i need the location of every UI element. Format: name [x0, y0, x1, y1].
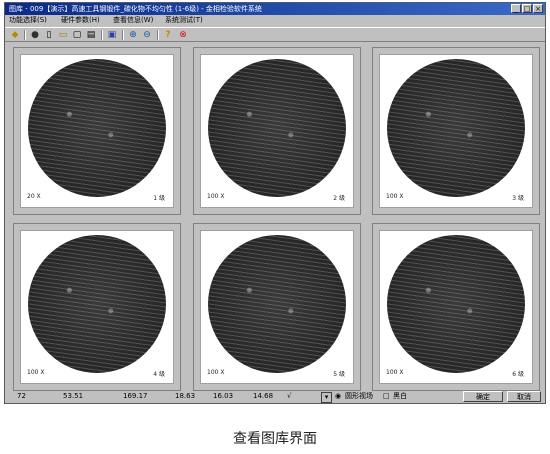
image-panel[interactable]: 100 X 3 级 — [372, 47, 540, 215]
menu-bar: 功能选择(S) 硬件参数(H) 查看信息(W) 系统测试(T) — [5, 15, 545, 26]
micrograph-image — [28, 59, 166, 197]
status-value-5: 16.03 — [213, 392, 234, 400]
micrograph-image — [208, 235, 346, 373]
image-frame: 100 X 2 级 — [200, 54, 354, 208]
status-value-2: 53.51 — [63, 392, 84, 400]
dropdown-arrow-icon[interactable]: ▾ — [321, 392, 332, 403]
close-button[interactable]: × — [533, 4, 543, 13]
help-icon[interactable]: ? — [162, 29, 174, 41]
cancel-button[interactable]: 取消 — [507, 391, 541, 402]
magnification-label: 20 X — [27, 193, 41, 200]
status-value-6: 14.68 — [253, 392, 274, 400]
ok-button[interactable]: 确定 — [463, 391, 503, 402]
save-icon[interactable]: ▣ — [106, 29, 118, 41]
new-icon[interactable]: ▯ — [43, 29, 55, 41]
grade-label: 1 级 — [153, 195, 165, 202]
micrograph-image — [387, 235, 525, 373]
status-value-3: 169.17 — [123, 392, 148, 400]
copy-icon[interactable]: ▢ — [71, 29, 83, 41]
image-panel[interactable]: 100 X 6 级 — [372, 223, 540, 391]
minimize-button[interactable]: _ — [511, 4, 521, 13]
menu-system-test[interactable]: 系统测试(T) — [165, 15, 203, 26]
title-bar: 图库 - 009【演示】高速工具钢锻件_碳化物不均匀性 (1-6级) - 金相检… — [5, 3, 545, 15]
status-value-4: 18.63 — [175, 392, 196, 400]
magnification-label: 100 X — [27, 369, 45, 376]
grade-label: 2 级 — [333, 195, 345, 202]
open-icon[interactable]: ▭ — [57, 29, 69, 41]
record-icon[interactable]: ● — [29, 29, 41, 41]
menu-hardware-params[interactable]: 硬件参数(H) — [61, 15, 100, 26]
image-frame: 20 X 1 级 — [20, 54, 174, 208]
checkbox-icon[interactable]: □ — [383, 390, 390, 403]
magnification-label: 100 X — [386, 193, 404, 200]
micrograph-image — [208, 59, 346, 197]
window-title: 图库 - 009【演示】高速工具钢锻件_碳化物不均匀性 (1-6级) - 金相检… — [9, 5, 262, 13]
image-frame: 100 X 3 级 — [379, 54, 533, 208]
zoom-out-icon[interactable]: ⊖ — [141, 29, 153, 41]
option-bw[interactable]: 黑白 — [393, 390, 407, 403]
radio-circle-icon[interactable]: ◉ — [335, 390, 341, 403]
image-frame: 100 X 4 级 — [20, 230, 174, 384]
paste-icon[interactable]: ▤ — [85, 29, 97, 41]
magnification-label: 100 X — [207, 369, 225, 376]
image-panel[interactable]: 100 X 2 级 — [193, 47, 361, 215]
micrograph-image — [387, 59, 525, 197]
toolbar: ◆ ● ▯ ▭ ▢ ▤ ▣ ⊕ ⊖ ? ⊗ — [5, 27, 545, 42]
micrograph-image — [28, 235, 166, 373]
image-panel[interactable]: 100 X 5 级 — [193, 223, 361, 391]
menu-view-info[interactable]: 查看信息(W) — [113, 15, 153, 26]
image-panel[interactable]: 20 X 1 级 — [13, 47, 181, 215]
nav-icon[interactable]: ◆ — [9, 29, 21, 41]
option-circle-field[interactable]: 圆形视场 — [345, 390, 373, 403]
image-frame: 100 X 5 级 — [200, 230, 354, 384]
grade-label: 6 级 — [512, 371, 524, 378]
stop-icon[interactable]: ⊗ — [177, 29, 189, 41]
grade-label: 3 级 — [512, 195, 524, 202]
status-value-7: √ — [287, 392, 292, 400]
status-bar: 72 53.51 169.17 18.63 16.03 14.68 √ ▾ ◉ … — [5, 390, 545, 403]
image-panel[interactable]: 100 X 4 级 — [13, 223, 181, 391]
status-value-1: 72 — [17, 392, 26, 400]
maximize-button[interactable]: □ — [522, 4, 532, 13]
image-frame: 100 X 6 级 — [379, 230, 533, 384]
magnification-label: 100 X — [386, 369, 404, 376]
figure-caption: 查看图库界面 — [233, 431, 317, 447]
menu-function-select[interactable]: 功能选择(S) — [9, 15, 47, 26]
zoom-in-icon[interactable]: ⊕ — [127, 29, 139, 41]
grade-label: 5 级 — [333, 371, 345, 378]
magnification-label: 100 X — [207, 193, 225, 200]
app-window: 图库 - 009【演示】高速工具钢锻件_碳化物不均匀性 (1-6级) - 金相检… — [4, 2, 546, 404]
grade-label: 4 级 — [153, 371, 165, 378]
